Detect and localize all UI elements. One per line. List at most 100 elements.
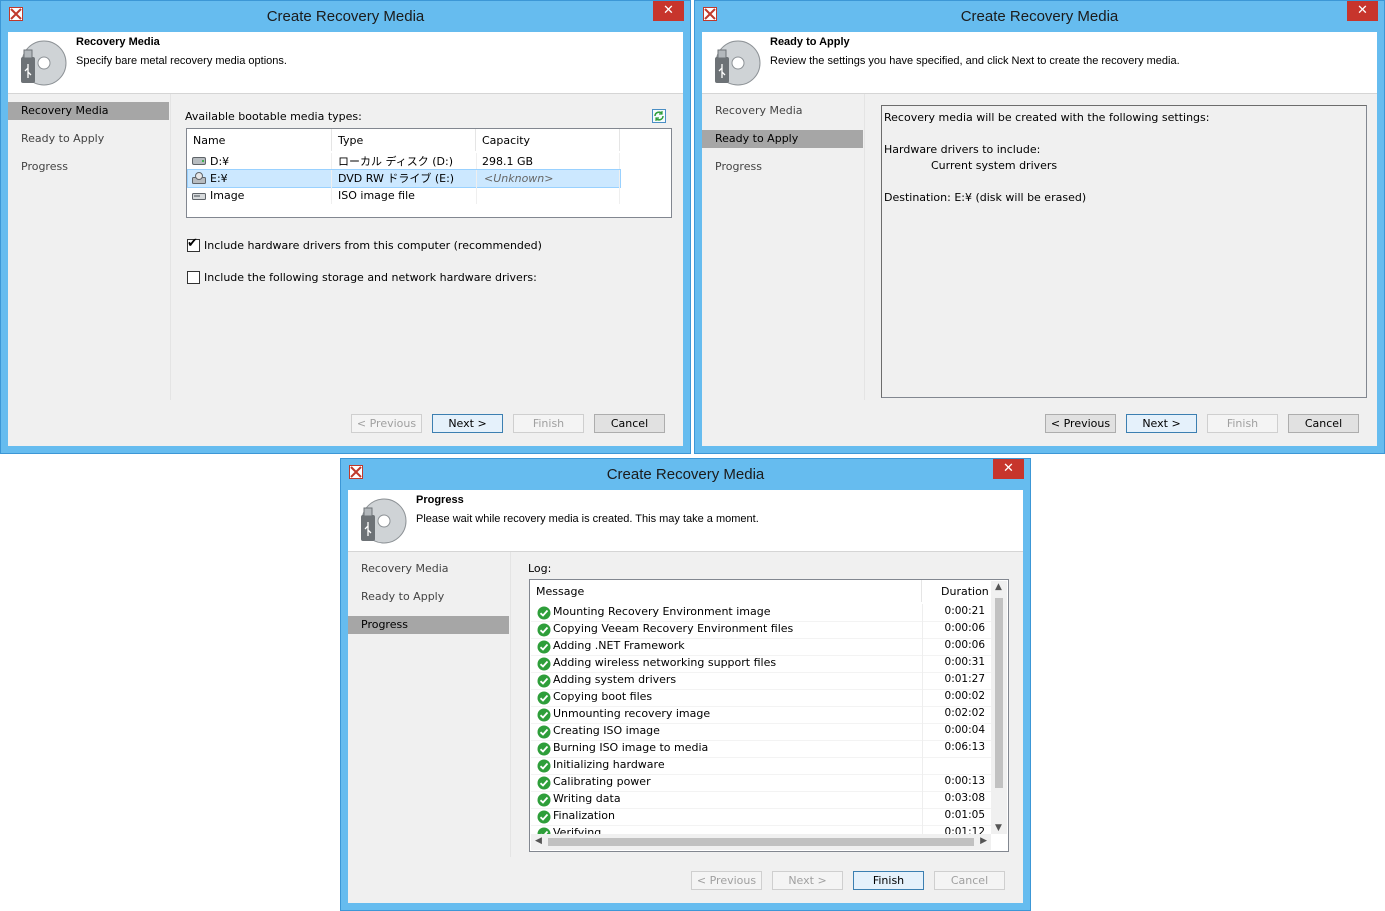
refresh-icon[interactable] [652, 109, 666, 123]
log-duration: 0:00:04 [944, 724, 985, 736]
log-message: Initializing hardware [553, 758, 665, 771]
log-duration: 0:01:12 [944, 826, 985, 834]
title-bar[interactable]: Create Recovery Media ✕ [1, 1, 690, 31]
log-row[interactable]: Mounting Recovery Environment image 0:00:… [531, 604, 991, 622]
table-row-selected[interactable]: E:¥ DVD RW ドライブ (E:) <Unknown> [187, 169, 621, 188]
log-message: Adding wireless networking support files [553, 656, 777, 669]
wizard-nav: Recovery Media Ready to Apply Progress [702, 94, 863, 400]
column-header-name[interactable]: Name [187, 129, 332, 151]
log-row[interactable]: Initializing hardware [531, 757, 991, 775]
wizard-nav: Recovery Media Ready to Apply Progress [8, 94, 169, 400]
summary-line: Current system drivers [931, 159, 1058, 172]
scroll-thumb[interactable] [548, 838, 974, 846]
success-check-icon [537, 674, 551, 688]
window-recovery-media: Create Recovery Media ✕ Recovery Media S… [0, 0, 691, 454]
cell-type: ローカル ディスク (D:) [338, 153, 477, 170]
wizard-nav: Recovery Media Ready to Apply Progress [348, 552, 509, 857]
cancel-button[interactable]: Cancel [594, 414, 665, 433]
finish-button[interactable]: Finish [513, 414, 584, 433]
close-button[interactable]: ✕ [653, 1, 684, 21]
cancel-button[interactable]: Cancel [1288, 414, 1359, 433]
title-bar[interactable]: Create Recovery Media ✕ [695, 1, 1384, 31]
log-duration: 0:01:27 [944, 673, 985, 685]
log-label: Log: [528, 562, 552, 575]
log-row[interactable]: Copying Veeam Recovery Environment files… [531, 621, 991, 639]
log-row[interactable]: Adding .NET Framework 0:00:06 [531, 638, 991, 656]
summary-line: Destination: E:¥ (disk will be erased) [884, 191, 1087, 204]
log-list: Mounting Recovery Environment image 0:00:… [530, 604, 1008, 834]
vertical-scrollbar[interactable]: ▲ ▼ [991, 581, 1007, 834]
nav-item-ready-to-apply[interactable]: Ready to Apply [8, 130, 169, 148]
log-row[interactable]: Copying boot files 0:00:02 [531, 689, 991, 707]
wizard-content: Available bootable media types: Name Typ… [170, 94, 683, 400]
log-row[interactable]: Writing data 0:03:08 [531, 791, 991, 809]
previous-button[interactable]: < Previous [351, 414, 422, 433]
window-title: Create Recovery Media [606, 466, 765, 483]
column-header-message[interactable]: Message [530, 580, 922, 602]
media-types-label: Available bootable media types: [185, 110, 362, 123]
log-duration: 0:02:02 [944, 707, 985, 719]
nav-item-recovery-media[interactable]: Recovery Media [702, 102, 863, 120]
log-row[interactable]: Creating ISO image 0:00:04 [531, 723, 991, 741]
log-message: Verifying [553, 826, 602, 834]
close-button[interactable]: ✕ [993, 459, 1024, 479]
table-row[interactable]: Image ISO image file [188, 187, 620, 204]
finish-button[interactable]: Finish [1207, 414, 1278, 433]
nav-item-progress[interactable]: Progress [8, 158, 169, 176]
previous-button[interactable]: < Previous [691, 871, 762, 890]
close-button[interactable]: ✕ [1347, 1, 1378, 21]
finish-button[interactable]: Finish [853, 871, 924, 890]
title-bar[interactable]: Create Recovery Media ✕ [341, 459, 1030, 489]
nav-item-progress[interactable]: Progress [702, 158, 863, 176]
log-row[interactable]: Calibrating power 0:00:13 [531, 774, 991, 792]
nav-item-ready-to-apply[interactable]: Ready to Apply [348, 588, 509, 606]
recovery-disc-icon [715, 40, 761, 86]
wizard-header: Ready to Apply Review the settings you h… [702, 32, 1377, 94]
nav-item-recovery-media[interactable]: Recovery Media [8, 102, 169, 120]
success-check-icon [537, 759, 551, 773]
nav-item-ready-to-apply[interactable]: Ready to Apply [702, 130, 863, 148]
log-message: Creating ISO image [553, 724, 660, 737]
include-drivers-checkbox[interactable]: ✔ [187, 236, 200, 252]
window-ready-to-apply: Create Recovery Media ✕ Ready to Apply R… [694, 0, 1385, 454]
log-row[interactable]: Unmounting recovery image 0:02:02 [531, 706, 991, 724]
next-button[interactable]: Next > [772, 871, 843, 890]
success-check-icon [537, 708, 551, 722]
nav-item-progress[interactable]: Progress [348, 616, 509, 634]
scroll-down-icon[interactable]: ▼ [995, 823, 1002, 833]
horizontal-scrollbar[interactable]: ◀ ▶ [531, 834, 991, 850]
next-button[interactable]: Next > [432, 414, 503, 433]
table-row[interactable]: D:¥ ローカル ディスク (D:) 298.1 GB [188, 153, 620, 170]
scroll-right-icon[interactable]: ▶ [980, 836, 987, 846]
success-check-icon [537, 606, 551, 620]
page-subtitle: Please wait while recovery media is crea… [416, 513, 759, 525]
scroll-up-icon[interactable]: ▲ [995, 582, 1002, 592]
log-row[interactable]: Adding wireless networking support files… [531, 655, 991, 673]
client-area: Ready to Apply Review the settings you h… [702, 32, 1377, 446]
log-row[interactable]: Burning ISO image to media 0:06:13 [531, 740, 991, 758]
log-message: Unmounting recovery image [553, 707, 711, 720]
next-button[interactable]: Next > [1126, 414, 1197, 433]
cancel-button[interactable]: Cancel [934, 871, 1005, 890]
log-row[interactable]: Finalization 0:01:05 [531, 808, 991, 826]
window-progress: Create Recovery Media ✕ Progress Please … [340, 458, 1031, 911]
include-storage-drivers-checkbox[interactable] [187, 271, 200, 284]
cell-capacity: <Unknown> [484, 170, 620, 187]
scroll-thumb[interactable] [995, 598, 1003, 788]
column-header-duration[interactable]: Duration [922, 580, 992, 602]
previous-button[interactable]: < Previous [1045, 414, 1116, 433]
log-row[interactable]: Adding system drivers 0:01:27 [531, 672, 991, 690]
column-header-type[interactable]: Type [332, 129, 476, 151]
scroll-left-icon[interactable]: ◀ [535, 836, 542, 846]
log-row[interactable]: Verifying 0:01:12 [531, 825, 991, 834]
include-storage-drivers-label[interactable]: Include the following storage and networ… [204, 271, 537, 284]
column-header-capacity[interactable]: Capacity [476, 129, 620, 151]
log-message: Finalization [553, 809, 615, 822]
cell-type: DVD RW ドライブ (E:) [338, 170, 477, 187]
window-title: Create Recovery Media [960, 8, 1119, 25]
include-drivers-label[interactable]: Include hardware drivers from this compu… [204, 239, 542, 252]
log-message: Burning ISO image to media [553, 741, 709, 754]
log-duration: 0:00:06 [944, 639, 985, 651]
log-message: Calibrating power [553, 775, 651, 788]
nav-item-recovery-media[interactable]: Recovery Media [348, 560, 509, 578]
